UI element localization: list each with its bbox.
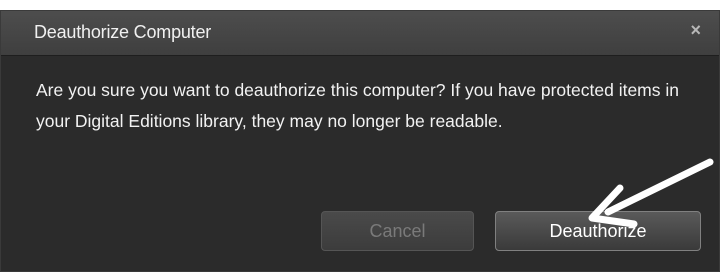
dialog-title-bar: Deauthorize Computer × — [1, 11, 719, 56]
cancel-button[interactable]: Cancel — [321, 211, 474, 251]
dialog-title: Deauthorize Computer — [34, 22, 212, 42]
dialog-message: Are you sure you want to deauthorize thi… — [36, 80, 679, 131]
deauthorize-button[interactable]: Deauthorize — [495, 211, 701, 251]
deauthorize-dialog: Deauthorize Computer × Are you sure you … — [0, 10, 720, 272]
close-icon[interactable]: × — [690, 20, 701, 41]
